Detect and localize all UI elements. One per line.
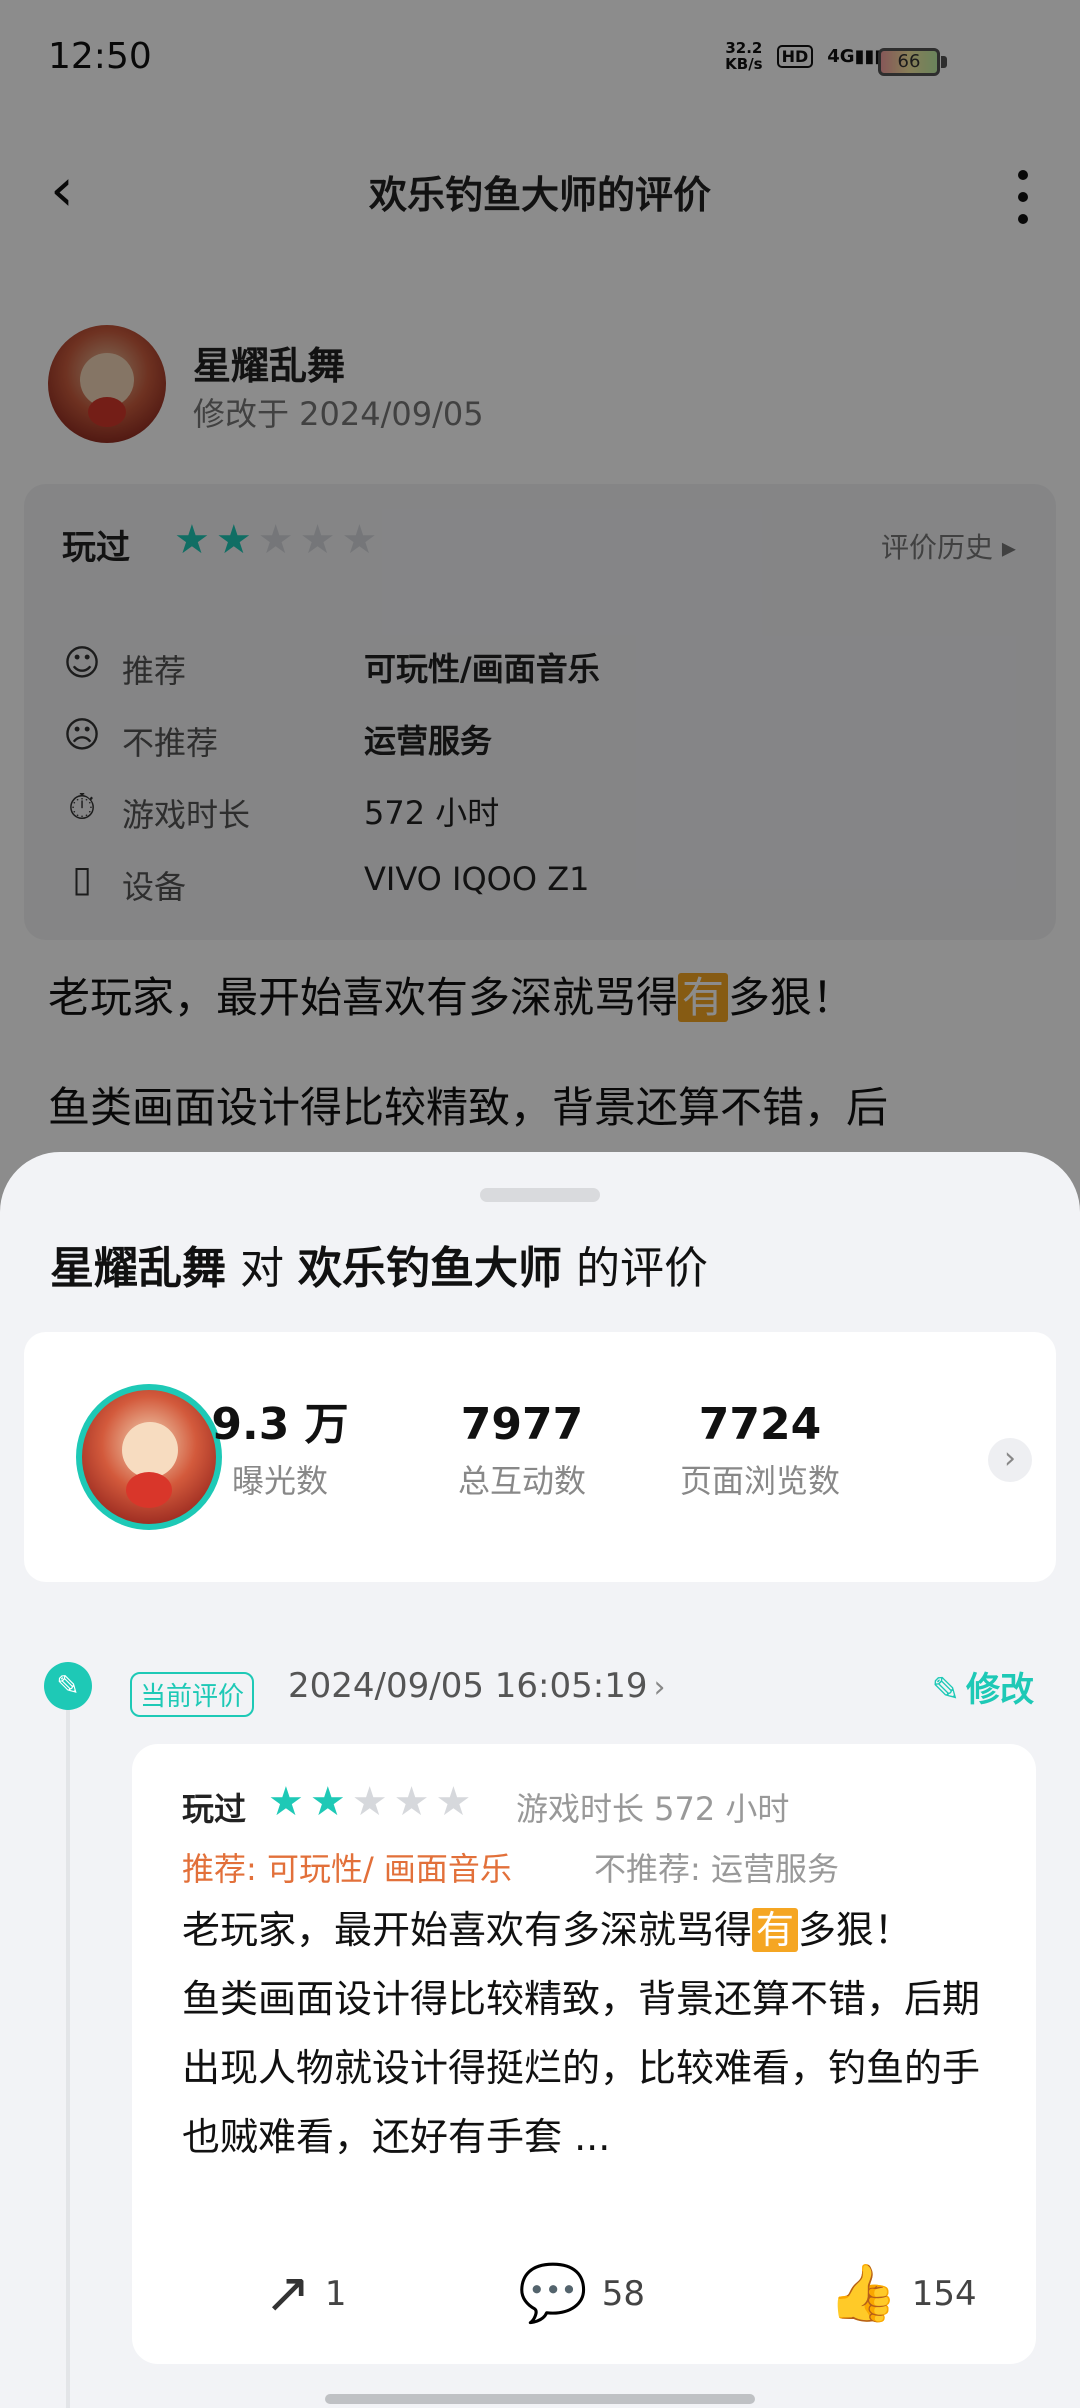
chevron-right-icon[interactable]: › xyxy=(988,1438,1032,1482)
playtime-text: 游戏时长 572 小时 xyxy=(516,1790,790,1828)
stats-card[interactable]: 9.3 万 曝光数 7977 总互动数 7724 页面浏览数 › xyxy=(24,1332,1056,1582)
star-icon: ★ xyxy=(393,1779,430,1825)
edit-icon: ✎ xyxy=(931,1670,961,1710)
like-button[interactable]: 👍 154 xyxy=(828,2264,977,2324)
share-icon: ↗ xyxy=(264,2261,311,2326)
played-label: 玩过 xyxy=(182,1790,247,1828)
comment-icon: 💬 xyxy=(518,2261,588,2326)
current-review-tag: 当前评价 xyxy=(130,1672,255,1717)
home-indicator[interactable] xyxy=(325,2394,755,2404)
share-button[interactable]: ↗ 1 xyxy=(264,2264,347,2324)
star-icon: ★ xyxy=(435,1779,472,1825)
comment-button[interactable]: 💬 58 xyxy=(518,2264,645,2324)
recommend-text: 推荐: 可玩性/ 画面音乐 xyxy=(182,1850,512,1888)
stat-page-views: 7724 页面浏览数 xyxy=(679,1399,840,1501)
edit-check-icon: ✎ xyxy=(44,1662,92,1710)
thumbs-up-icon: 👍 xyxy=(828,2261,898,2326)
stat-exposure: 9.3 万 曝光数 xyxy=(211,1399,349,1501)
modify-button[interactable]: ✎ 修改 xyxy=(932,1662,1035,1711)
stat-interactions: 7977 总互动数 xyxy=(457,1399,586,1501)
sheet-drag-handle[interactable] xyxy=(480,1188,600,1202)
star-icon: ★ xyxy=(309,1779,346,1825)
sheet-title: 星耀乱舞 对 欢乐钓鱼大师 的评价 xyxy=(50,1243,708,1294)
not-recommend-text: 不推荐: 运营服务 xyxy=(594,1850,839,1888)
review-actions: ↗ 1 💬 58 👍 154 xyxy=(132,2264,1036,2344)
timeline-line xyxy=(66,1697,70,2408)
star-icon: ★ xyxy=(351,1779,388,1825)
review-stats-sheet: 星耀乱舞 对 欢乐钓鱼大师 的评价 9.3 万 曝光数 7977 总互动数 77… xyxy=(0,1152,1080,2408)
current-review-date[interactable]: 2024/09/05 16:05:19 › xyxy=(288,1666,665,1706)
rating-stars: ★ ★ ★ ★ ★ xyxy=(268,1782,471,1822)
star-icon: ★ xyxy=(268,1779,304,1825)
chevron-right-icon: › xyxy=(653,1670,666,1705)
review-text: 老玩家，最开始喜欢有多深就骂得有多狠！ 鱼类画面设计得比较精致，背景还算不错，后… xyxy=(182,1908,981,2159)
highlight-char: 有 xyxy=(752,1908,799,1952)
current-review-card[interactable]: 玩过 ★ ★ ★ ★ ★ 游戏时长 572 小时 推荐: 可玩性/ 画面音乐 不推荐: … xyxy=(132,1744,1036,2364)
